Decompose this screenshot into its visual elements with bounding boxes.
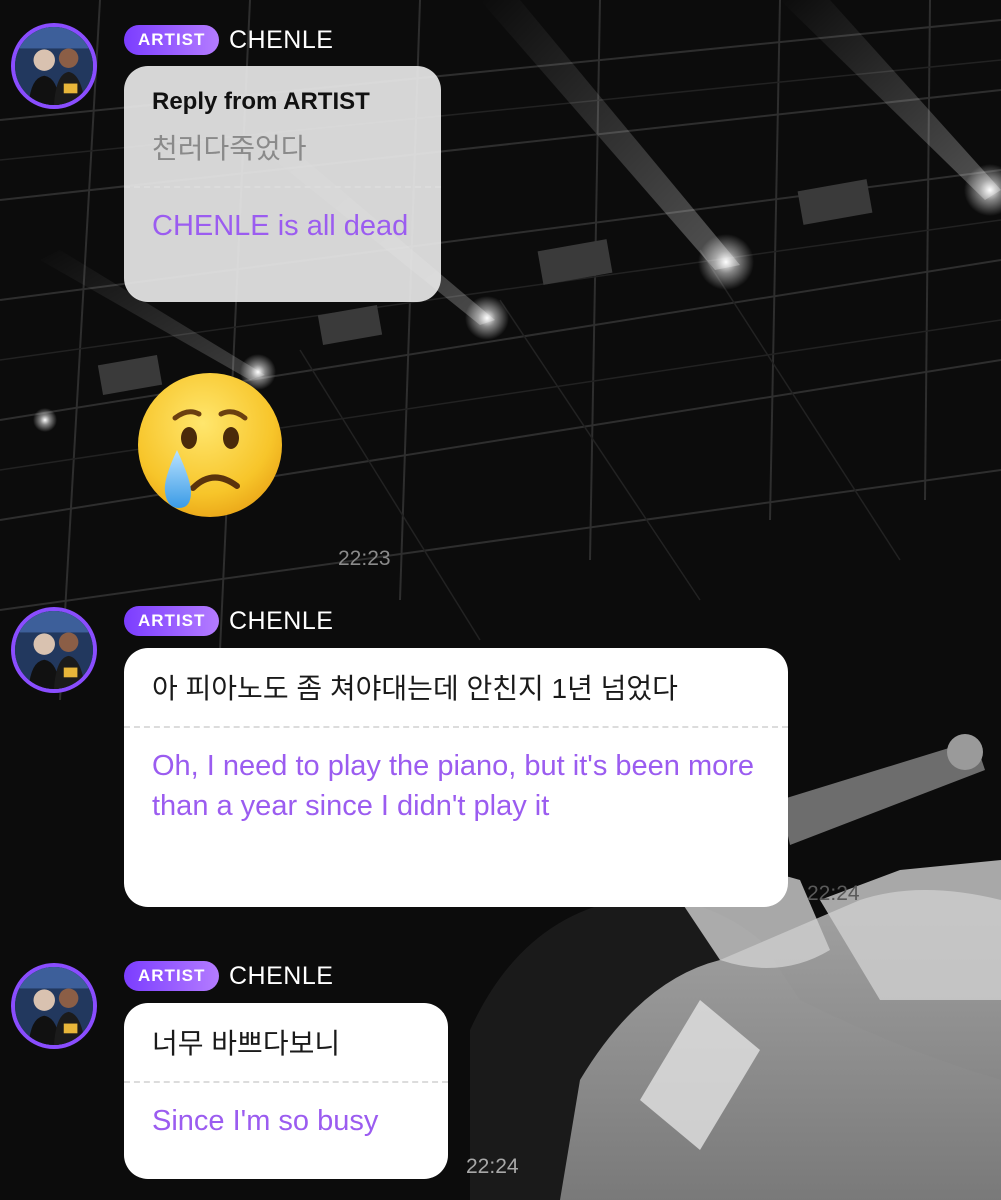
translation-text: CHENLE is all dead bbox=[152, 210, 409, 242]
original-text: 천러다죽었다 bbox=[152, 133, 307, 164]
divider bbox=[124, 186, 441, 188]
message-bubble[interactable]: 너무 바쁘다보니 Since I'm so busy bbox=[124, 1003, 448, 1179]
avatar[interactable] bbox=[11, 963, 97, 1049]
translation-text: Since I'm so busy bbox=[152, 1105, 379, 1137]
avatar[interactable] bbox=[11, 23, 97, 109]
artist-badge: ARTIST bbox=[124, 961, 220, 991]
reply-bubble[interactable]: Reply from ARTIST 천러다죽었다 CHENLE is all d… bbox=[124, 66, 441, 302]
sender-name: CHENLE bbox=[229, 26, 334, 54]
reply-header: Reply from ARTIST bbox=[152, 88, 370, 115]
timestamp: 22:24 bbox=[466, 1155, 519, 1178]
original-text: 너무 바쁘다보니 bbox=[152, 1028, 341, 1059]
timestamp: 22:24 bbox=[807, 882, 860, 905]
divider bbox=[124, 726, 788, 728]
divider bbox=[124, 1081, 448, 1083]
crying-face-icon[interactable] bbox=[133, 370, 287, 524]
artist-badge: ARTIST bbox=[124, 25, 220, 55]
artist-badge: ARTIST bbox=[124, 606, 220, 636]
sender-name: CHENLE bbox=[229, 607, 334, 635]
timestamp: 22:23 bbox=[338, 547, 391, 570]
translation-text: Oh, I need to play the piano, but it's b… bbox=[152, 750, 755, 822]
sender-name: CHENLE bbox=[229, 962, 334, 990]
original-text: 아 피아노도 좀 쳐야대는데 안친지 1년 넘었다 bbox=[152, 673, 678, 704]
message-bubble[interactable]: 아 피아노도 좀 쳐야대는데 안친지 1년 넘었다 Oh, I need to … bbox=[124, 648, 788, 907]
avatar[interactable] bbox=[11, 607, 97, 693]
